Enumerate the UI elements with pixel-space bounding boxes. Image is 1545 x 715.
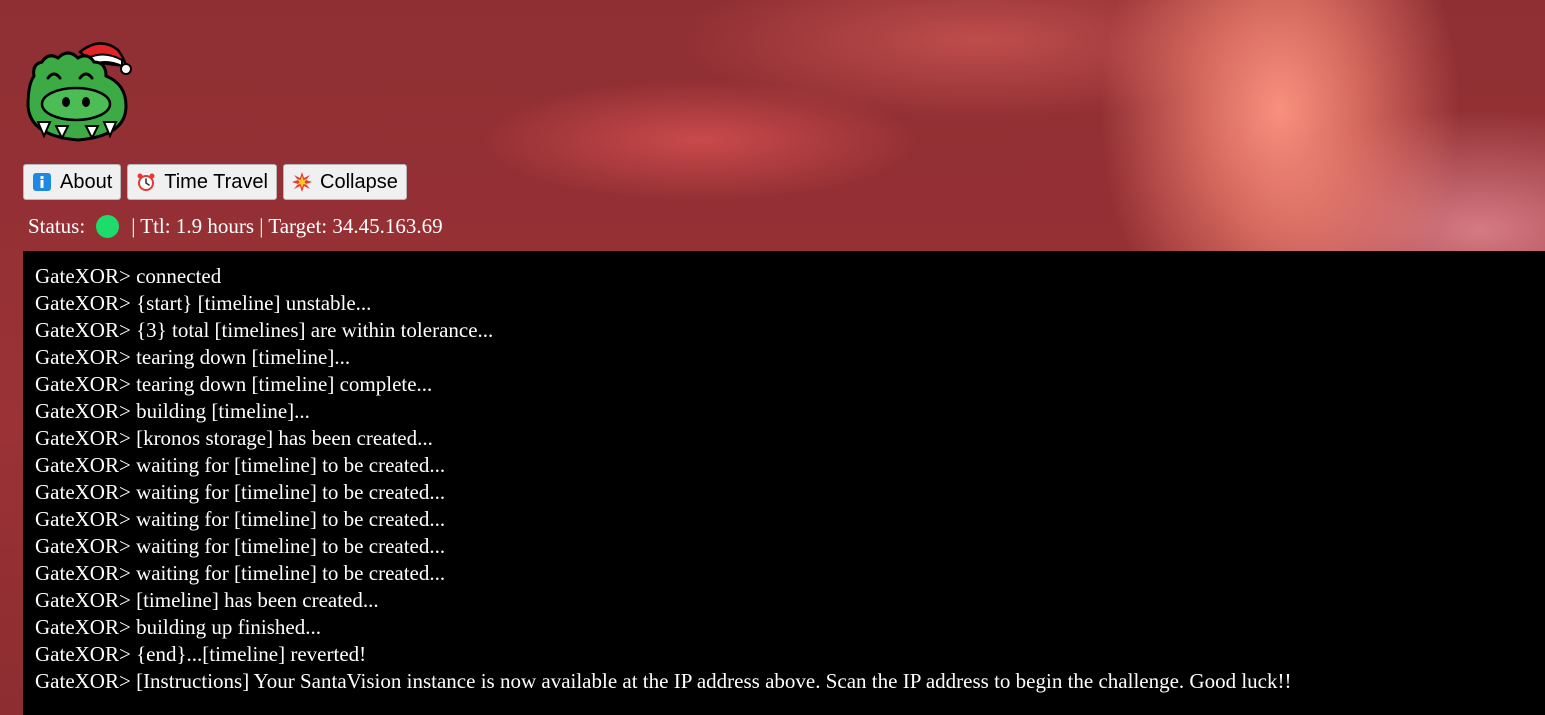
terminal-line: GateXOR> {end}...[timeline] reverted! xyxy=(35,642,367,666)
alarm-clock-icon xyxy=(137,173,155,191)
terminal-line: GateXOR> waiting for [timeline] to be cr… xyxy=(35,480,446,504)
terminal-line: GateXOR> {3} total [timelines] are withi… xyxy=(35,318,494,342)
terminal-line: GateXOR> [kronos storage] has been creat… xyxy=(35,426,433,450)
about-button-label: About xyxy=(60,170,113,193)
terminal-line: GateXOR> building up finished... xyxy=(35,615,321,639)
status-details: | Ttl: 1.9 hours | Target: 34.45.163.69 xyxy=(131,214,443,238)
status-indicator xyxy=(96,215,120,238)
time-travel-button[interactable]: Time Travel xyxy=(127,164,277,200)
terminal-line: GateXOR> {start} [timeline] unstable... xyxy=(35,291,372,315)
terminal-line: GateXOR> building [timeline]... xyxy=(35,399,310,423)
terminal-line: GateXOR> waiting for [timeline] to be cr… xyxy=(35,561,446,585)
status-label: Status: xyxy=(28,214,86,238)
terminal-line: GateXOR> waiting for [timeline] to be cr… xyxy=(35,453,446,477)
collapse-button-label: Collapse xyxy=(320,170,398,193)
about-button[interactable]: About xyxy=(23,164,122,200)
terminal-output: GateXOR> connected GateXOR> {start} [time… xyxy=(23,251,1545,715)
terminal-line: GateXOR> [timeline] has been created... xyxy=(35,588,379,612)
terminal-line: GateXOR> connected xyxy=(35,264,222,288)
collapse-button[interactable]: Collapse xyxy=(283,164,407,200)
time-travel-button-label: Time Travel xyxy=(164,170,268,193)
terminal-line: GateXOR> tearing down [timeline]... xyxy=(35,345,351,369)
terminal-line: GateXOR> waiting for [timeline] to be cr… xyxy=(35,507,446,531)
terminal-line: GateXOR> waiting for [timeline] to be cr… xyxy=(35,534,446,558)
collision-icon xyxy=(292,172,312,192)
terminal-line: GateXOR> [Instructions] Your SantaVision… xyxy=(35,669,1292,693)
status-bar: Status: | Ttl: 1.9 hours | Target: 34.45… xyxy=(28,214,443,239)
header: About Time Travel Collapse Status: | Ttl… xyxy=(0,0,1545,251)
terminal-line: GateXOR> tearing down [timeline] complet… xyxy=(35,372,433,396)
crocodile-santa-hat-logo xyxy=(26,42,132,142)
toolbar: About Time Travel Collapse xyxy=(23,164,407,200)
info-icon xyxy=(33,173,51,191)
